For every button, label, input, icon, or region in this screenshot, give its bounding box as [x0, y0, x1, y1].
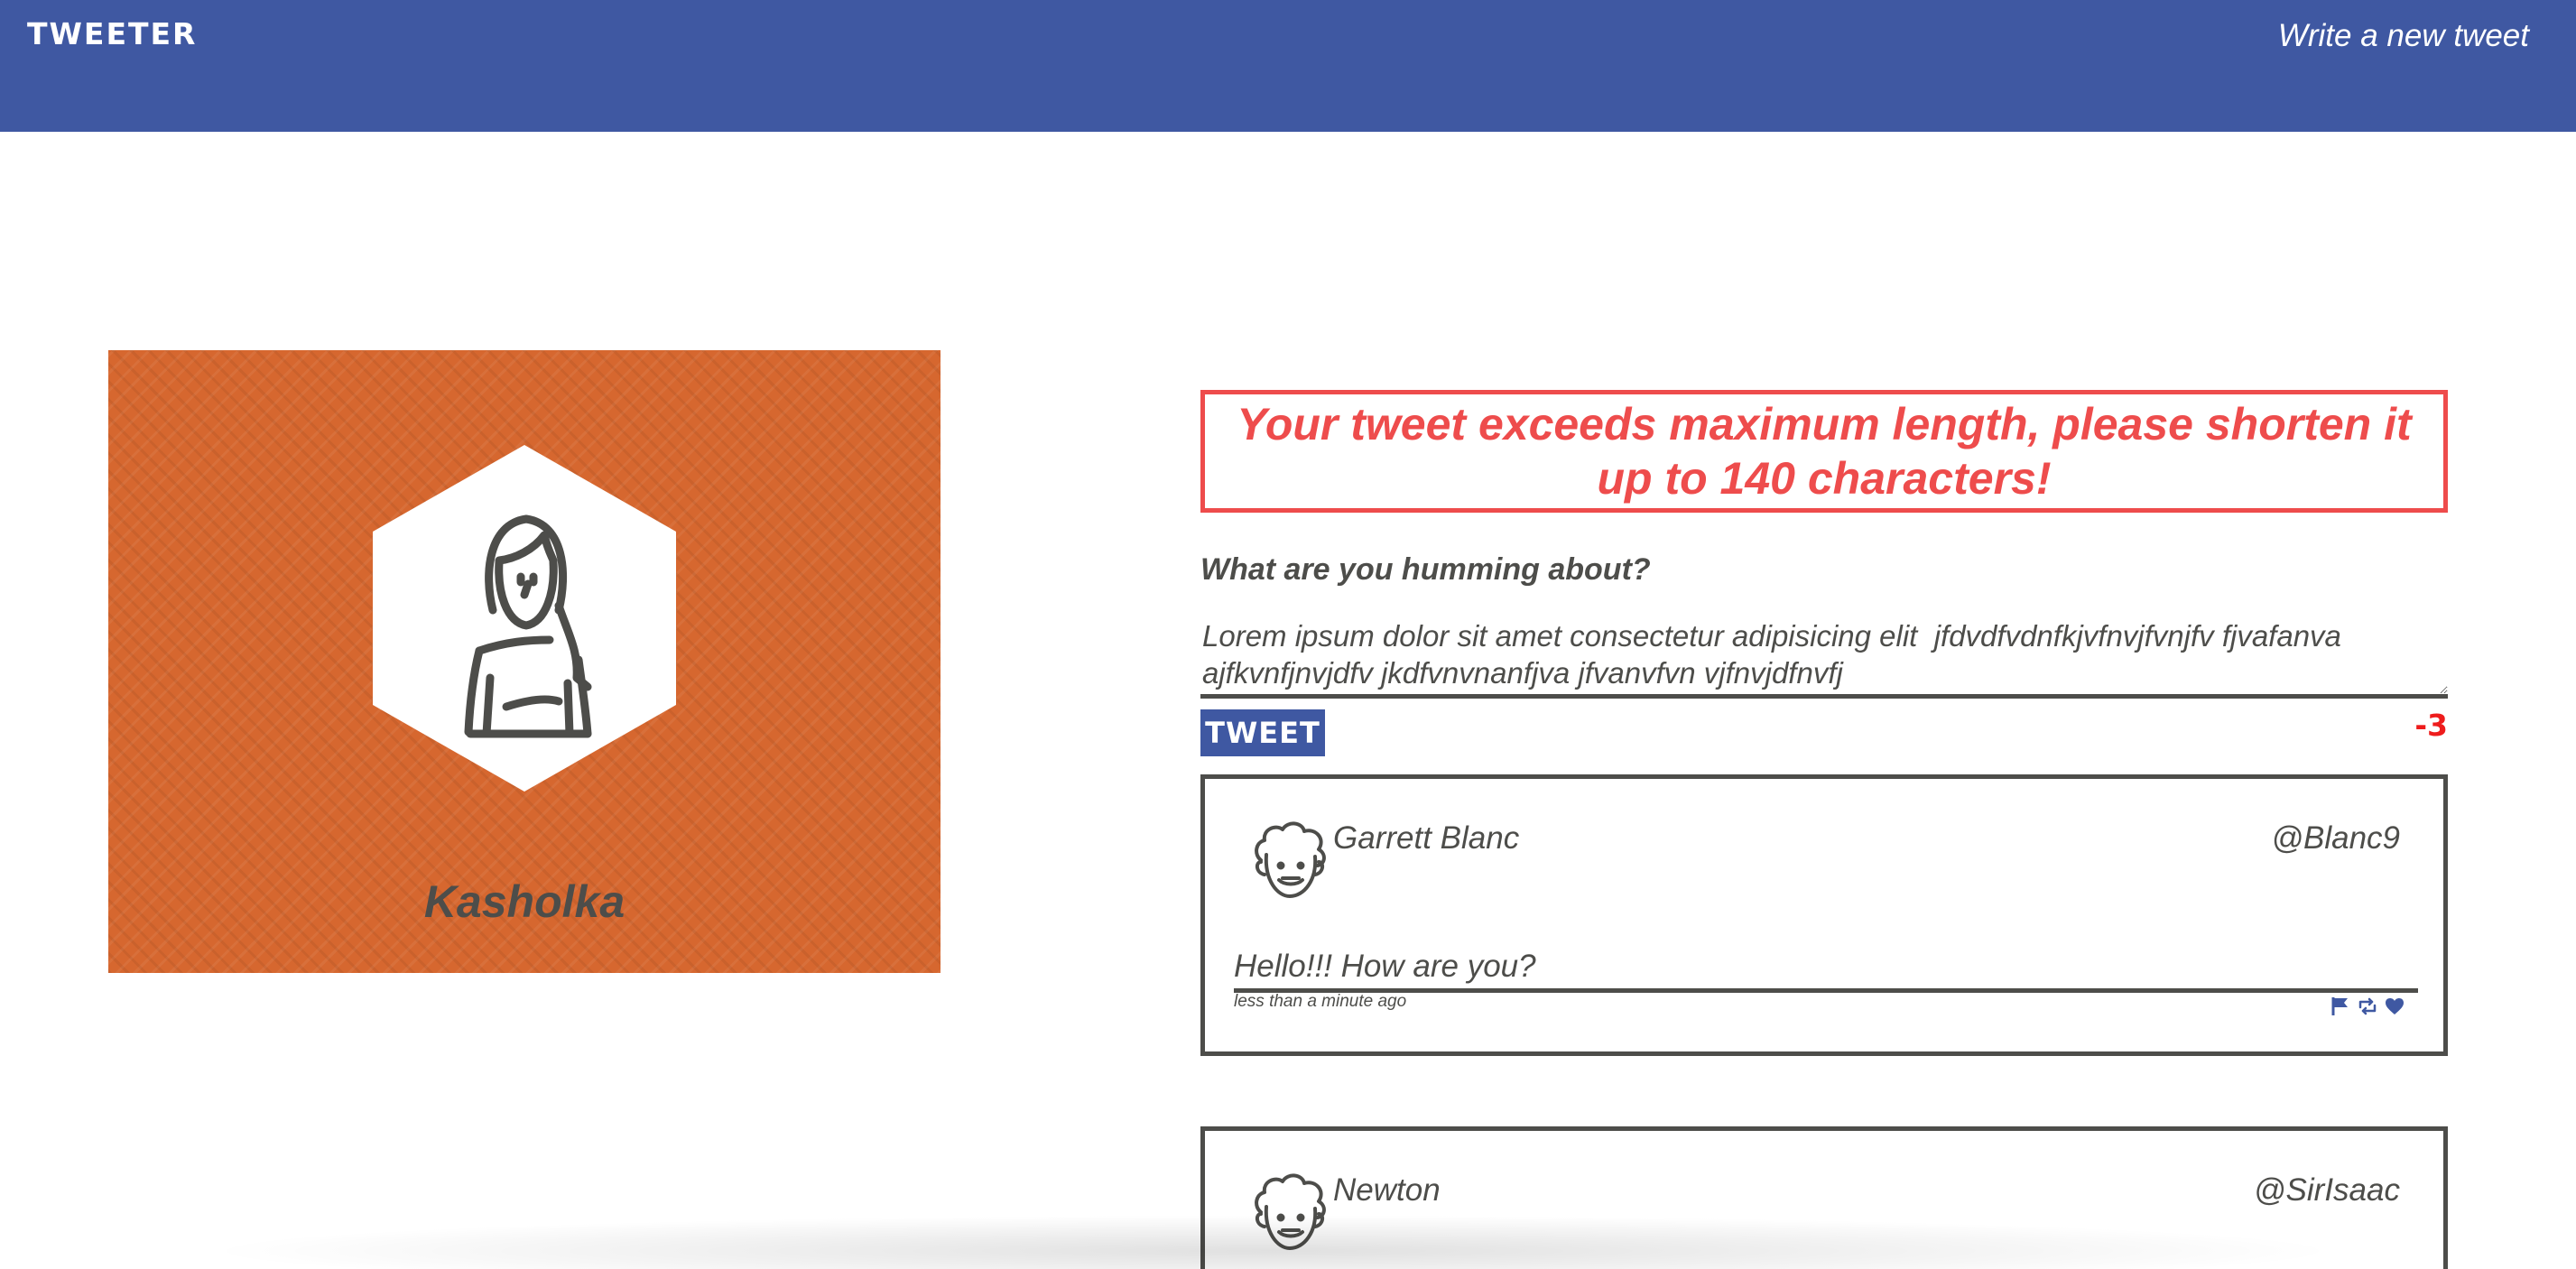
profile-avatar-hexagon [373, 445, 676, 792]
tweet-author-name[interactable]: Garrett Blanc [1333, 820, 1519, 857]
tweet-author-name[interactable]: Newton [1333, 1172, 1441, 1209]
tweet-author-handle[interactable]: @Blanc9 [2271, 820, 2400, 857]
top-nav-bar: TWEETER Write a new tweet [0, 0, 2576, 132]
profile-card: Kasholka [108, 350, 941, 973]
tweet-compose-input[interactable]: Lorem ipsum dolor sit amet consectetur a… [1200, 616, 2448, 699]
user-avatar-icon [464, 514, 592, 738]
write-new-tweet-link[interactable]: Write a new tweet [2278, 18, 2529, 54]
profile-name: Kasholka [423, 876, 625, 927]
compose-label: What are you humming about? [1200, 552, 1651, 587]
tweet-actions [2330, 996, 2405, 1017]
error-message-box: Your tweet exceeds maximum length, pleas… [1200, 390, 2448, 513]
tweet-timestamp: less than a minute ago [1234, 992, 1407, 1011]
error-message-text: Your tweet exceeds maximum length, pleas… [1237, 399, 2412, 504]
retweet-icon[interactable] [2357, 996, 2378, 1017]
tweet-card: Garrett Blanc @Blanc9 Hello!!! How are y… [1200, 774, 2448, 1056]
heart-icon[interactable] [2384, 996, 2405, 1017]
flag-icon[interactable] [2330, 996, 2351, 1017]
tweet-author-handle[interactable]: @SirIsaac [2254, 1172, 2400, 1209]
brand-logo[interactable]: TWEETER [27, 16, 197, 51]
tweet-submit-button[interactable]: TWEET [1200, 709, 1325, 756]
tweet-author-avatar-icon [1255, 821, 1326, 898]
tweet-content: Hello!!! How are you? [1234, 947, 2418, 993]
character-counter: -3 [2414, 708, 2448, 743]
bottom-shadow [199, 1215, 2347, 1269]
